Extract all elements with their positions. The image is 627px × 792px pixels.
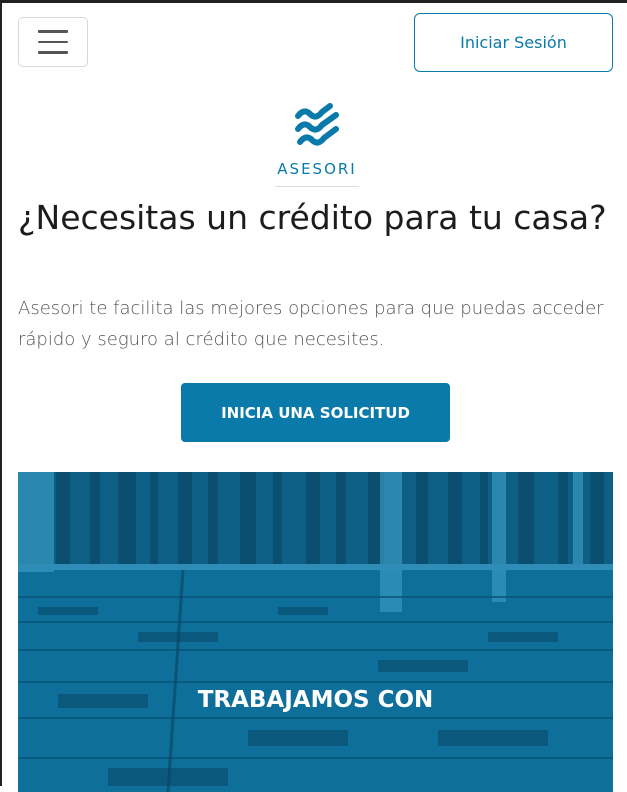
banner-title: TRABAJAMOS CON <box>197 687 434 713</box>
hero-subtitle: Asesori te facilita las mejores opciones… <box>18 298 604 350</box>
brand-logo[interactable]: ASESORI <box>272 102 362 187</box>
login-button[interactable]: Iniciar Sesión <box>414 13 613 72</box>
building-background-image <box>18 472 613 792</box>
page-title: ¿Necesitas un crédito para tu casa? <box>18 198 607 237</box>
asesori-wave-logo <box>295 103 339 146</box>
partners-banner: TRABAJAMOS CON <box>18 472 613 792</box>
start-application-button[interactable]: INICIA UNA SOLICITUD <box>181 383 450 442</box>
brand-name: ASESORI <box>277 160 357 178</box>
divider <box>275 186 359 187</box>
hamburger-menu-icon <box>38 30 68 33</box>
menu-button[interactable] <box>18 17 88 67</box>
